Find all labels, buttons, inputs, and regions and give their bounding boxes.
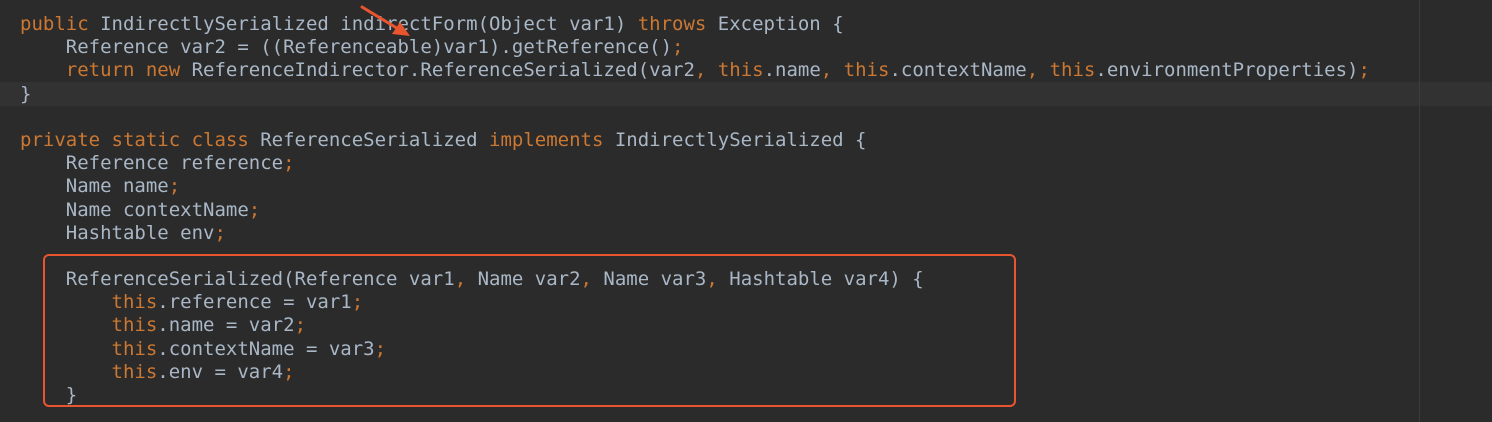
code-line: Reference var2 = ((Referenceable)var1).g… [20, 36, 1370, 59]
code-token: Name name [20, 175, 169, 198]
code-punctuation: ; [168, 175, 181, 198]
code-token: IndirectlySerialized { [603, 128, 867, 151]
code-keyword: return new [65, 59, 181, 82]
code-keyword: this [843, 59, 890, 82]
code-keyword: implements [489, 128, 604, 151]
code-line: Name name; [20, 175, 1370, 198]
code-token: Reference var2 = ((Referenceable)var1).g… [20, 36, 673, 59]
code-line: private static class ReferenceSerialized… [20, 129, 1370, 152]
code-punctuation: ; [1358, 59, 1370, 82]
code-token: Hashtable env [20, 221, 215, 244]
code-punctuation: , [820, 59, 844, 82]
code-token: ReferenceIndirector.ReferenceSerialized(… [180, 59, 695, 82]
code-token: .environmentProperties) [1095, 59, 1359, 82]
code-line: ​ [20, 106, 1370, 129]
code-token: Reference reference [20, 152, 284, 175]
code-keyword: this [717, 59, 764, 82]
code-token: Exception { [706, 13, 844, 35]
code-punctuation: , [694, 59, 718, 82]
code-token: .contextName [889, 59, 1027, 82]
code-punctuation: ; [672, 36, 684, 59]
code-token: } [20, 82, 32, 105]
annotation-arrow-icon [360, 5, 410, 36]
code-line: Hashtable env; [20, 222, 1370, 245]
code-line: Name contextName; [20, 199, 1370, 222]
code-punctuation: ; [248, 198, 261, 221]
code-keyword: public [20, 13, 89, 35]
code-keyword: this [1049, 59, 1096, 82]
code-punctuation: , [1026, 59, 1050, 82]
annotation-highlight-box [43, 254, 1016, 407]
code-editor[interactable]: public IndirectlySerialized indirectForm… [0, 0, 1492, 422]
code-line: } [20, 83, 1370, 106]
code-keyword: private static class [20, 128, 249, 151]
code-token: .name [763, 59, 821, 82]
code-line: public IndirectlySerialized indirectForm… [20, 13, 1370, 36]
code-line: Reference reference; [20, 152, 1370, 175]
code-punctuation: ; [283, 152, 295, 175]
code-punctuation: ; [214, 221, 226, 244]
code-line: return new ReferenceIndirector.Reference… [20, 59, 1370, 82]
code-token: Name contextName [20, 198, 249, 221]
code-token: ReferenceSerialized [248, 128, 489, 151]
right-margin-guide [1419, 0, 1420, 422]
code-keyword: throws [637, 13, 707, 35]
